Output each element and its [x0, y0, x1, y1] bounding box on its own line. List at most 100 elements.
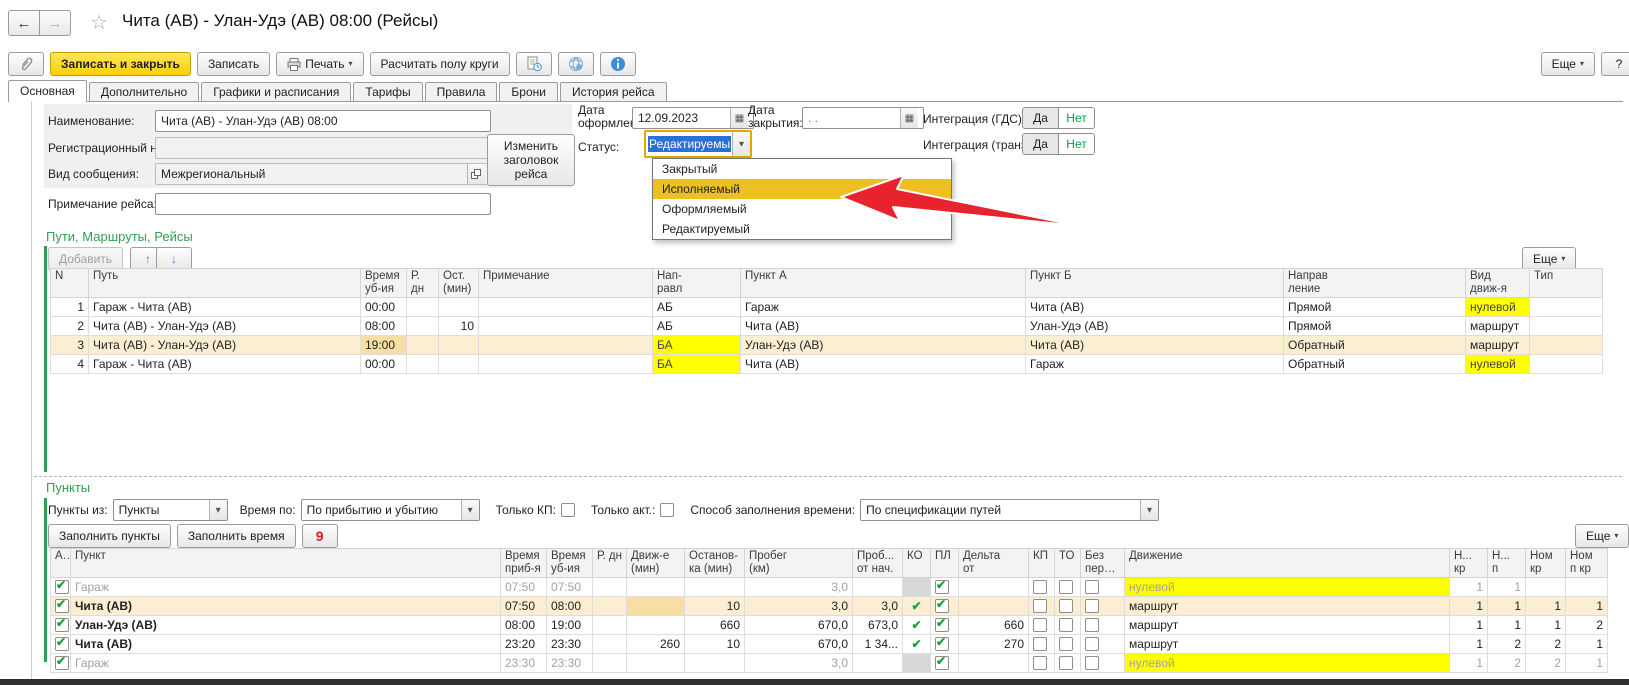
status-option-executing[interactable]: Исполняемый: [653, 179, 951, 199]
col-movement[interactable]: Движение: [1125, 549, 1450, 578]
caret-down-icon[interactable]: ▾: [461, 500, 479, 520]
status-option-drafting[interactable]: Оформляемый: [653, 199, 951, 219]
bez-checkbox[interactable]: [1085, 580, 1099, 594]
tab-history[interactable]: История рейса: [560, 82, 667, 101]
forward-button[interactable]: →: [39, 10, 71, 36]
col-to[interactable]: ТО: [1055, 549, 1081, 578]
message-type-field[interactable]: Межрегиональный: [155, 163, 491, 185]
kp-checkbox[interactable]: [1033, 618, 1047, 632]
point-row[interactable]: ✔ Чита (АВ) 23:20 23:30 260 10 670,0 1 3…: [51, 635, 1608, 654]
calc-semicircles-button[interactable]: Расчитать полу круги: [370, 52, 510, 76]
tab-schedules[interactable]: Графики и расписания: [201, 82, 351, 101]
active-checkbox[interactable]: ✔: [55, 580, 69, 594]
time-by-combo[interactable]: По прибытию и убытию ▾: [301, 499, 480, 521]
point-row[interactable]: ✔ Улан-Удэ (АВ) 08:00 19:00 660 670,0 67…: [51, 616, 1608, 635]
info-button[interactable]: [600, 52, 636, 76]
col-stop[interactable]: Ост. (мин): [439, 269, 479, 298]
attach-button[interactable]: [8, 52, 44, 76]
points-from-combo[interactable]: Пункты ▾: [113, 499, 228, 521]
change-title-button[interactable]: Изменить заголовок рейса: [487, 134, 575, 186]
col-pl[interactable]: ПЛ: [931, 549, 959, 578]
help-button[interactable]: ?: [1601, 52, 1629, 76]
to-checkbox[interactable]: [1059, 637, 1073, 651]
point-row[interactable]: ✔ Гараж 07:50 07:50 3,0 ✔ нулевой 1 1: [51, 578, 1608, 597]
only-act-checkbox[interactable]: [660, 503, 674, 517]
pl-checkbox[interactable]: ✔: [935, 656, 949, 670]
status-option-closed[interactable]: Закрытый: [653, 159, 951, 179]
col-rdn[interactable]: Р. дн: [407, 269, 439, 298]
gds-no-button[interactable]: Нет: [1059, 108, 1094, 128]
note-field[interactable]: [155, 193, 491, 215]
route-row[interactable]: 4 Гараж - Чита (АВ) 00:00 БА Чита (АВ) Г…: [51, 355, 1603, 374]
col-rdn[interactable]: Р. дн: [593, 549, 627, 578]
point-row-selected[interactable]: ✔ Чита (АВ) 07:50 08:00 10 3,0 3,0 ✔ ✔ м…: [51, 597, 1608, 616]
fill-points-button[interactable]: Заполнить пункты: [48, 524, 171, 548]
col-point-a[interactable]: Пункт А: [741, 269, 1026, 298]
bez-checkbox[interactable]: [1085, 656, 1099, 670]
tab-rules[interactable]: Правила: [425, 82, 498, 101]
date-open-field[interactable]: 12.09.2023 ▦: [632, 107, 754, 129]
points-more-button[interactable]: Еще ▾: [1575, 524, 1629, 548]
col-dep-time[interactable]: Время уб-ия: [547, 549, 593, 578]
kp-checkbox[interactable]: [1033, 656, 1047, 670]
col-kind[interactable]: Вид движ-я: [1466, 269, 1530, 298]
col-n[interactable]: N: [51, 269, 89, 298]
pl-checkbox[interactable]: ✔: [935, 637, 949, 651]
window-more-button[interactable]: Еще ▾: [1541, 52, 1595, 76]
col-direction[interactable]: Направ ление: [1284, 269, 1466, 298]
col-kp[interactable]: КП: [1029, 549, 1055, 578]
active-checkbox[interactable]: ✔: [55, 618, 69, 632]
tab-bookings[interactable]: Брони: [499, 82, 558, 101]
bez-checkbox[interactable]: [1085, 637, 1099, 651]
col-dep-time[interactable]: Время уб-ия: [361, 269, 407, 298]
col-run-total[interactable]: Проб... от нач.: [853, 549, 903, 578]
col-n-kr[interactable]: Н... кр: [1450, 549, 1488, 578]
bez-checkbox[interactable]: [1085, 599, 1099, 613]
save-button[interactable]: Записать: [197, 52, 270, 76]
col-delta[interactable]: Дельта от: [959, 549, 1029, 578]
kp-checkbox[interactable]: [1033, 599, 1047, 613]
caret-down-icon[interactable]: ▾: [209, 500, 227, 520]
fill-time-button[interactable]: Заполнить время: [177, 524, 296, 548]
col-ko[interactable]: КО: [903, 549, 931, 578]
transit-yes-button[interactable]: Да: [1023, 134, 1059, 154]
col-arr-time[interactable]: Время приб-я: [501, 549, 547, 578]
globe-button[interactable]: [558, 52, 594, 76]
col-path[interactable]: Путь: [89, 269, 361, 298]
gds-yes-button[interactable]: Да: [1023, 108, 1059, 128]
col-note[interactable]: Примечание: [479, 269, 653, 298]
fill-method-combo[interactable]: По спецификации путей ▾: [860, 499, 1159, 521]
kp-checkbox[interactable]: [1033, 637, 1047, 651]
col-nom-kr[interactable]: Ном кр: [1526, 549, 1566, 578]
tab-additional[interactable]: Дополнительно: [89, 82, 199, 101]
col-bez[interactable]: Без перед.: [1081, 549, 1125, 578]
kp-checkbox[interactable]: [1033, 580, 1047, 594]
report-button[interactable]: [516, 52, 552, 76]
col-run-km[interactable]: Пробег (км): [745, 549, 853, 578]
save-close-button[interactable]: Записать и закрыть: [50, 52, 191, 76]
col-move-min[interactable]: Движ-е (мин): [627, 549, 685, 578]
col-stop-min[interactable]: Останов- ка (мин): [685, 549, 745, 578]
favorite-star-icon[interactable]: ☆: [90, 10, 108, 35]
print-button[interactable]: Печать ▾: [276, 52, 363, 76]
tab-main[interactable]: Основная: [8, 80, 87, 102]
transit-no-button[interactable]: Нет: [1059, 134, 1094, 154]
caret-down-icon[interactable]: ▾: [732, 132, 750, 156]
reg-number-field[interactable]: [155, 137, 491, 159]
caret-down-icon[interactable]: ▾: [1140, 500, 1158, 520]
point-row[interactable]: ✔ Гараж 23:30 23:30 3,0 ✔ нулевой 1 2 2 …: [51, 654, 1608, 673]
route-row[interactable]: 1 Гараж - Чита (АВ) 00:00 АБ Гараж Чита …: [51, 298, 1603, 317]
tab-tariffs[interactable]: Тарифы: [353, 82, 422, 101]
col-nom-pkr[interactable]: Ном п кр: [1566, 549, 1608, 578]
pl-checkbox[interactable]: ✔: [935, 580, 949, 594]
col-dir[interactable]: Нап- равл: [653, 269, 741, 298]
to-checkbox[interactable]: [1059, 599, 1073, 613]
only-kp-checkbox[interactable]: [561, 503, 575, 517]
active-checkbox[interactable]: ✔: [55, 637, 69, 651]
col-point-b[interactable]: Пункт Б: [1026, 269, 1284, 298]
geo-marker-button[interactable]: 9: [302, 524, 338, 548]
to-checkbox[interactable]: [1059, 580, 1073, 594]
back-button[interactable]: ←: [8, 10, 40, 36]
active-checkbox[interactable]: ✔: [55, 656, 69, 670]
col-active[interactable]: Ак: [51, 549, 71, 578]
